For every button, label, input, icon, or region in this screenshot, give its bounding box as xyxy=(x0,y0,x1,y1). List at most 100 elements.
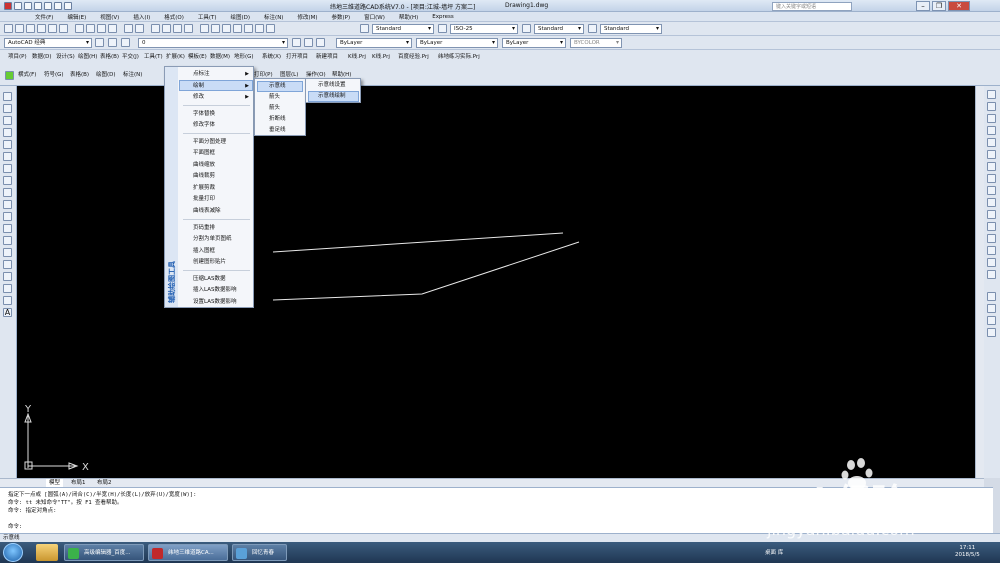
menu-express[interactable]: Express xyxy=(425,14,460,20)
explorer-icon[interactable] xyxy=(36,544,58,561)
tool-palettes-icon[interactable] xyxy=(222,24,231,33)
menu-view[interactable]: 视图(V) xyxy=(93,13,126,21)
save-icon[interactable] xyxy=(34,2,42,10)
layer-state-icon[interactable] xyxy=(121,38,130,47)
sec-menu-table[interactable]: 表格(B) xyxy=(70,70,89,80)
recent-project-2[interactable]: K线.Prj xyxy=(372,52,390,62)
menu-item-arrow-b[interactable]: 箭头 xyxy=(269,103,280,113)
publish-icon[interactable] xyxy=(59,24,68,33)
menu-item-break-line[interactable]: 折断线 xyxy=(269,114,286,124)
new-project-link[interactable]: 新建项目 xyxy=(316,52,338,62)
open-icon[interactable] xyxy=(15,24,24,33)
erase-icon[interactable] xyxy=(987,90,996,99)
design-center-icon[interactable] xyxy=(211,24,220,33)
line-icon[interactable] xyxy=(3,92,12,101)
point-icon[interactable] xyxy=(3,248,12,257)
tab-model[interactable]: 模型 xyxy=(46,479,64,487)
linetype-select[interactable]: ByLayer xyxy=(416,38,498,48)
workspace-settings-icon[interactable] xyxy=(95,38,104,47)
menu-item-guide-draw[interactable]: 示意线绘制 xyxy=(318,91,346,101)
save-icon[interactable] xyxy=(26,24,35,33)
hatch-icon[interactable] xyxy=(3,260,12,269)
menu-format[interactable]: 格式(O) xyxy=(157,13,191,21)
new-icon[interactable] xyxy=(14,2,22,10)
menu-help[interactable]: 帮助(H) xyxy=(392,13,425,21)
taskbar-browser[interactable]: 高级编辑器_百度... xyxy=(64,544,144,561)
menu-item-guide-settings[interactable]: 示意线设置 xyxy=(318,80,346,90)
menu-item-arrow-a[interactable]: 箭头 xyxy=(269,92,280,102)
copy-object-icon[interactable] xyxy=(987,102,996,111)
proj-menu-terrain[interactable]: 地形(G) xyxy=(234,52,254,62)
menu-draw[interactable]: 绘图(D) xyxy=(224,13,258,21)
proj-menu-system[interactable]: 系统(X) xyxy=(262,52,281,62)
zoom-previous-icon[interactable] xyxy=(184,24,193,33)
menu-parameters[interactable]: 参数(P) xyxy=(325,13,358,21)
layer-previous-icon[interactable] xyxy=(304,38,313,47)
proj-menu-design[interactable]: 设计(S) xyxy=(56,52,75,62)
start-button[interactable] xyxy=(3,543,23,562)
color-select[interactable]: ByLayer xyxy=(336,38,412,48)
revision-cloud-icon[interactable] xyxy=(3,176,12,185)
menu-item-page-renumber[interactable]: 页码重排 xyxy=(193,223,215,233)
menu-item-curve-scale[interactable]: 曲线缩放 xyxy=(193,160,215,170)
menu-window[interactable]: 窗口(W) xyxy=(357,13,392,21)
proj-menu-tools[interactable]: 工具(T) xyxy=(144,52,163,62)
stretch-icon[interactable] xyxy=(987,186,996,195)
proj-menu-intersection[interactable]: 平交(J) xyxy=(122,52,139,62)
offset-icon[interactable] xyxy=(987,126,996,135)
cut-icon[interactable] xyxy=(75,24,84,33)
layer-match-icon[interactable] xyxy=(316,38,325,47)
menu-item-modify[interactable]: 修改 xyxy=(193,92,204,102)
copy-icon[interactable] xyxy=(86,24,95,33)
menu-item-plan-frame[interactable]: 平面图框 xyxy=(193,148,215,158)
pan-icon[interactable] xyxy=(151,24,160,33)
recent-project-4[interactable]: 纬地练习实际.Prj xyxy=(438,52,480,62)
menu-item-split-pages[interactable]: 分割为单页图纸 xyxy=(193,234,232,244)
rectangle-icon[interactable] xyxy=(3,140,12,149)
command-input[interactable]: 命令: xyxy=(8,522,22,530)
menu-item-plan-split[interactable]: 平面分图处理 xyxy=(193,137,226,147)
tray-toolbars[interactable]: 桌面 库 xyxy=(765,548,783,556)
polyline-icon[interactable] xyxy=(3,116,12,125)
undo-icon[interactable] xyxy=(44,2,52,10)
app-menu-icon[interactable] xyxy=(4,2,12,10)
print-icon[interactable] xyxy=(64,2,72,10)
arc-icon[interactable] xyxy=(3,152,12,161)
menu-item-extend-clip[interactable]: 扩展剪裁 xyxy=(193,183,215,193)
sheet-set-icon[interactable] xyxy=(233,24,242,33)
menu-item-curve-clip[interactable]: 曲线裁剪 xyxy=(193,171,215,181)
ellipse-icon[interactable] xyxy=(3,200,12,209)
menu-item-insert-las[interactable]: 插入LAS数据影响 xyxy=(193,285,236,295)
menu-file[interactable]: 文件(F) xyxy=(28,13,60,21)
preview-icon[interactable] xyxy=(48,24,57,33)
help-icon[interactable] xyxy=(266,24,275,33)
make-block-icon[interactable] xyxy=(3,236,12,245)
plugin-icon[interactable] xyxy=(5,71,14,80)
move-icon[interactable] xyxy=(987,150,996,159)
break-icon[interactable] xyxy=(987,222,996,231)
proj-menu-project[interactable]: 项目(P) xyxy=(8,52,27,62)
multiline-text-icon[interactable]: A xyxy=(3,308,12,317)
menu-item-curve-table[interactable]: 曲线表减除 xyxy=(193,206,221,216)
match-properties-icon[interactable] xyxy=(108,24,117,33)
help-search-input[interactable]: 键入关键字或短语 xyxy=(772,2,852,11)
spline-icon[interactable] xyxy=(3,188,12,197)
join-icon[interactable] xyxy=(987,234,996,243)
table-style-select[interactable]: Standard xyxy=(534,24,584,34)
layer-select[interactable]: 0 xyxy=(138,38,288,48)
restore-button[interactable]: ❐ xyxy=(932,1,946,11)
proj-menu-extend[interactable]: 扩展(K) xyxy=(166,52,185,62)
menu-tools[interactable]: 工具(T) xyxy=(191,13,224,21)
lower-drawn-polyline[interactable] xyxy=(272,241,580,301)
workspace-select[interactable]: AutoCAD 经典 xyxy=(4,38,92,48)
fillet-icon[interactable] xyxy=(987,258,996,267)
menu-item-perpendicular[interactable]: 垂足线 xyxy=(269,125,286,135)
recent-project-1[interactable]: K线.Prj xyxy=(348,52,366,62)
sec-menu-format[interactable]: 横式(F) xyxy=(18,70,36,80)
menu-dimension[interactable]: 标注(N) xyxy=(257,13,290,21)
menu-item-draw[interactable]: 绘制 xyxy=(193,81,204,91)
zoom-realtime-icon[interactable] xyxy=(162,24,171,33)
vertical-scrollbar[interactable] xyxy=(975,86,984,478)
proj-menu-drawing[interactable]: 绘图(H) xyxy=(78,52,97,62)
menu-edit[interactable]: 编辑(E) xyxy=(60,13,93,21)
